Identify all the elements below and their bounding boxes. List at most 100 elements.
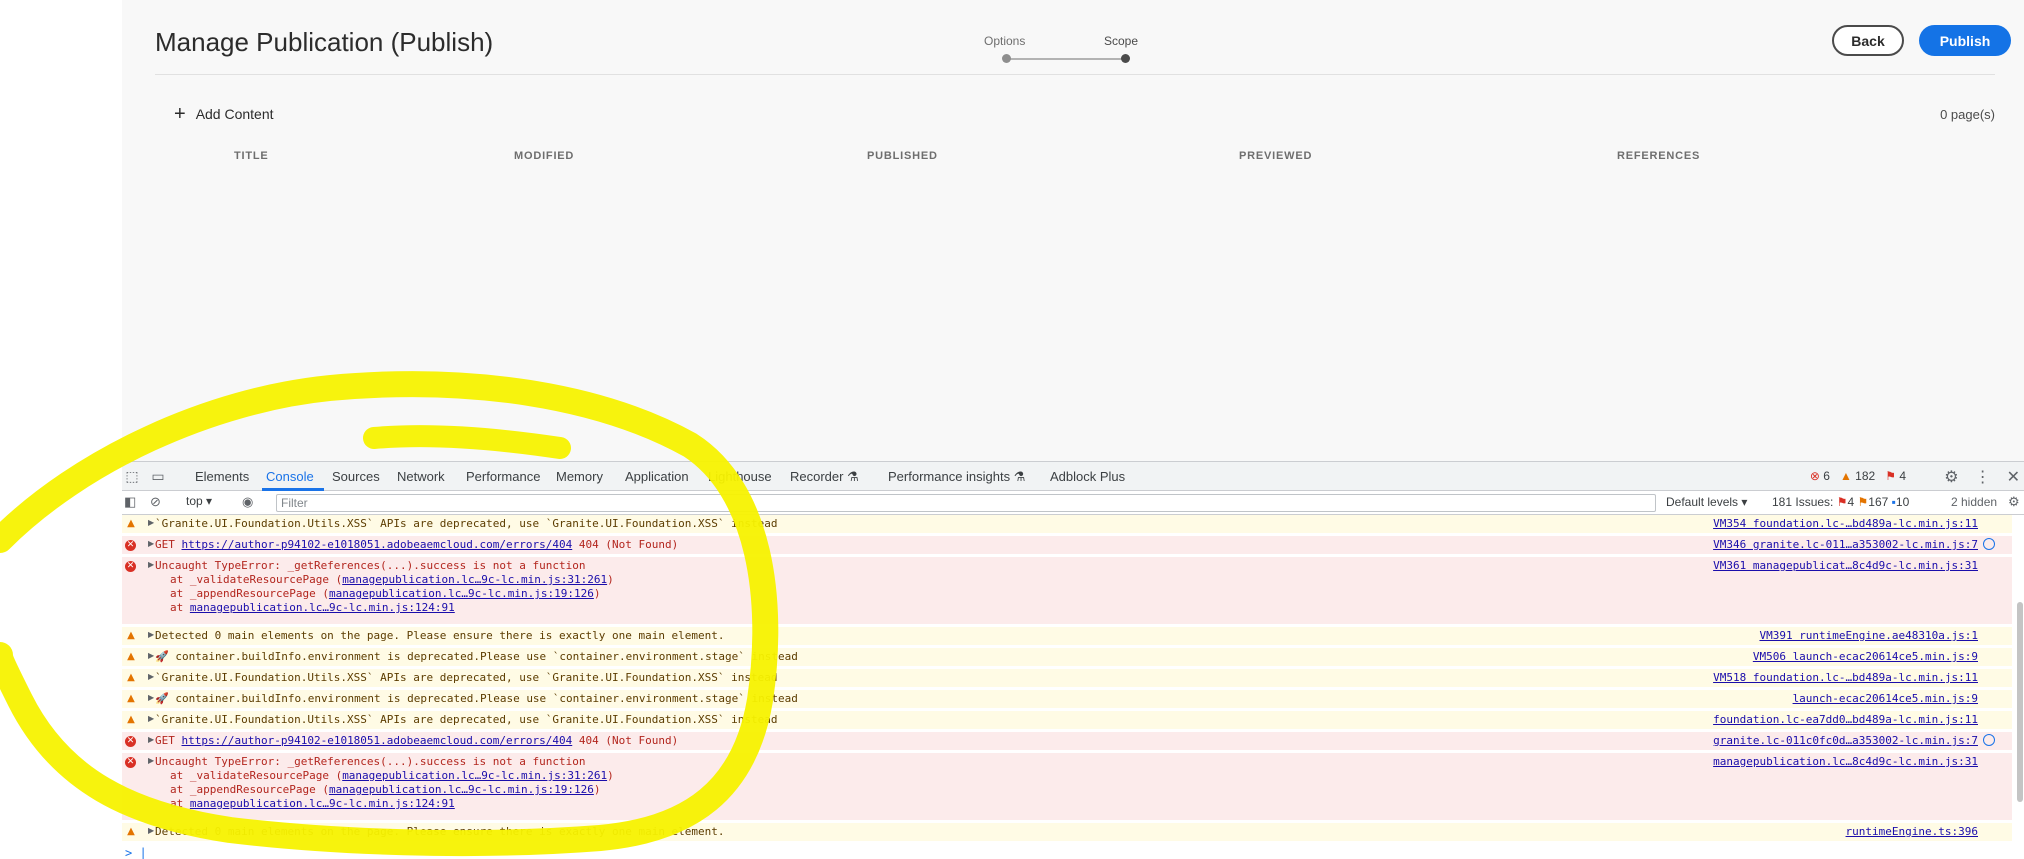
tab-memory[interactable]: Memory [556,469,603,484]
column-header-modified[interactable]: MODIFIED [514,150,574,162]
eye-icon[interactable]: ◉ [242,494,253,510]
source-location-link[interactable]: granite.lc-011c0fc0d…a353002-lc.min.js:7 [1713,734,1978,747]
error-icon: ✕ [125,540,136,551]
request-url-link[interactable]: https://author-p94102-e1018051.adobeaemc… [182,538,573,551]
console-settings-icon[interactable]: ⚙ [2008,494,2020,510]
more-options-icon[interactable]: ⋮ [1975,467,1991,487]
clear-console-icon[interactable]: ⊘ [150,494,161,510]
source-location-link[interactable]: VM391 runtimeEngine.ae48310a.js:1 [1759,629,1978,642]
column-header-published[interactable]: PUBLISHED [867,150,938,162]
stack-trace-line: at _appendResourcePage (managepublicatio… [170,783,601,796]
tab-network[interactable]: Network [397,469,445,484]
error-icon: ✕ [125,561,136,572]
wizard-step-scope[interactable]: Scope [1104,34,1138,48]
chevron-down-icon: ▾ [1741,495,1748,509]
network-globe-icon[interactable] [1983,538,1995,550]
console-message-row[interactable]: ✕ ▶ Uncaught TypeError: _getReferences(...… [122,753,2012,821]
issues-info: 10 [1895,495,1910,509]
console-message-text: GET https://author-p94102-e1018051.adobe… [155,734,679,747]
expand-triangle-icon[interactable]: ▶ [148,756,154,765]
expand-triangle-icon[interactable]: ▶ [148,560,154,569]
tab-performance-insights[interactable]: Performance insights ⚗ [888,469,1025,485]
expand-triangle-icon[interactable]: ▶ [148,630,154,639]
expand-triangle-icon[interactable]: ▶ [148,672,154,681]
issues-warnings: 167 [1868,495,1889,509]
tab-console[interactable]: Console [266,469,314,484]
expand-triangle-icon[interactable]: ▶ [148,651,154,660]
settings-gear-icon[interactable]: ⚙ [1944,467,1958,487]
source-location-link[interactable]: foundation.lc-ea7dd0…bd489a-lc.min.js:11 [1713,713,1978,726]
expand-triangle-icon[interactable]: ▶ [148,714,154,723]
stack-trace-line: at managepublication.lc…9c-lc.min.js:124… [170,797,455,810]
left-margin [0,0,122,859]
context-selector[interactable]: top ▾ [186,494,212,508]
stack-source-link[interactable]: managepublication.lc…9c-lc.min.js:19:126 [329,783,594,796]
stack-source-link[interactable]: managepublication.lc…9c-lc.min.js:31:261 [342,573,607,586]
request-url-link[interactable]: https://author-p94102-e1018051.adobeaemc… [182,734,573,747]
tab-recorder[interactable]: Recorder ⚗ [790,469,859,485]
console-message-row[interactable]: ▲ ▶ `Granite.UI.Foundation.Utils.XSS` APIs… [122,515,2012,534]
tab-application[interactable]: Application [625,469,689,484]
console-message-row[interactable]: ▲ ▶ `Granite.UI.Foundation.Utils.XSS` APIs… [122,711,2012,730]
publish-button[interactable]: Publish [1919,25,2011,56]
stack-source-link[interactable]: managepublication.lc…9c-lc.min.js:19:126 [329,587,594,600]
add-content-button[interactable]: + Add Content [174,104,274,124]
console-message-row[interactable]: ▲ ▶ 🚀 container.buildInfo.environment is d… [122,690,2012,709]
issue-badge-value: 4 [1899,469,1906,483]
tab-lighthouse[interactable]: Lighthouse [708,469,772,484]
warning-icon: ▲ [127,518,135,529]
console-message-text: Uncaught TypeError: _getReferences(...).… [155,755,586,768]
console-message-row[interactable]: ▲ ▶ 🚀 container.buildInfo.environment is d… [122,648,2012,667]
pages-count: 0 page(s) [1940,107,1995,122]
tab-performance[interactable]: Performance [466,469,540,484]
source-location-link[interactable]: managepublication.lc…8c4d9c-lc.min.js:31 [1713,755,1978,768]
tab-adblock-plus[interactable]: Adblock Plus [1050,469,1125,484]
wizard-step-options[interactable]: Options [984,34,1025,48]
default-levels-dropdown[interactable]: Default levels ▾ [1666,495,1747,509]
source-location-link[interactable]: VM518 foundation.lc-…bd489a-lc.min.js:11 [1713,671,1978,684]
wizard-steps: Options Scope [984,34,1144,74]
stack-source-link[interactable]: managepublication.lc…9c-lc.min.js:124:91 [190,601,455,614]
source-location-link[interactable]: launch-ecac20614ce5.min.js:9 [1793,692,1978,705]
issues-summary[interactable]: 181 Issues: ⚑4 ⚑167 ▪10 [1772,495,1909,509]
console-prompt-icon[interactable]: > | [125,846,147,859]
source-location-link[interactable]: VM354 foundation.lc-…bd489a-lc.min.js:11 [1713,517,1978,530]
source-location-link[interactable]: VM361 managepublicat…8c4d9c-lc.min.js:31 [1713,559,1978,572]
source-location-link[interactable]: VM346 granite.lc-011…a353002-lc.min.js:7 [1713,538,1978,551]
error-icon: ✕ [125,757,136,768]
column-header-title[interactable]: TITLE [234,150,269,162]
console-message-row[interactable]: ✕ ▶ GET https://author-p94102-e1018051.ado… [122,732,2012,751]
console-scrollbar[interactable] [2017,602,2023,802]
device-toolbar-icon[interactable]: ▭ [150,468,166,484]
back-button[interactable]: Back [1832,25,1904,56]
error-count-value: 6 [1823,469,1830,483]
expand-triangle-icon[interactable]: ▶ [148,826,154,835]
stack-source-link[interactable]: managepublication.lc…9c-lc.min.js:31:261 [342,769,607,782]
tab-elements[interactable]: Elements [195,469,249,484]
column-header-previewed[interactable]: PREVIEWED [1239,150,1312,162]
expand-triangle-icon[interactable]: ▶ [148,693,154,702]
console-message-row[interactable]: ✕ ▶ Uncaught TypeError: _getReferences(...… [122,557,2012,625]
tab-sources[interactable]: Sources [332,469,380,484]
console-message-text: 🚀 container.buildInfo.environment is dep… [155,650,798,663]
close-icon[interactable]: ✕ [2007,467,2020,487]
network-globe-icon[interactable] [1983,734,1995,746]
source-location-link[interactable]: runtimeEngine.ts:396 [1846,825,1978,838]
console-message-row[interactable]: ▲ ▶ Detected 0 main elements on the page. … [122,627,2012,646]
issues-label: 181 Issues: [1772,495,1834,509]
devtools-panel: ⬚ ▭ Elements Console Sources Network Per… [122,461,2024,859]
expand-triangle-icon[interactable]: ▶ [148,735,154,744]
console-message-row[interactable]: ▲ ▶ `Granite.UI.Foundation.Utils.XSS` APIs… [122,669,2012,688]
source-location-link[interactable]: VM506 launch-ecac20614ce5.min.js:9 [1753,650,1978,663]
inspect-element-icon[interactable]: ⬚ [124,468,140,484]
console-message-row[interactable]: ▲ ▶ Detected 0 main elements on the page. … [122,823,2012,842]
console-message-row[interactable]: ✕ ▶ GET https://author-p94102-e1018051.ado… [122,536,2012,555]
filter-input[interactable]: Filter [276,494,1656,512]
column-header-references[interactable]: REFERENCES [1617,150,1700,162]
stack-trace-line: at managepublication.lc…9c-lc.min.js:124… [170,601,455,614]
sidebar-toggle-icon[interactable]: ◧ [124,494,136,510]
expand-triangle-icon[interactable]: ▶ [148,539,154,548]
console-counts[interactable]: ⊗ 6 ▲ 182 ⚑ 4 [1810,469,1906,483]
stack-source-link[interactable]: managepublication.lc…9c-lc.min.js:124:91 [190,797,455,810]
expand-triangle-icon[interactable]: ▶ [148,518,154,527]
